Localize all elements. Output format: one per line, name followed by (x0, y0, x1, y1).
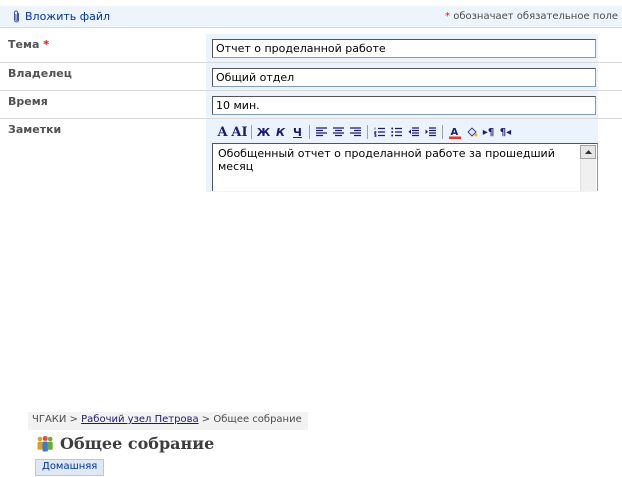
time-label: Время (0, 91, 206, 118)
form-row-time: Время (0, 90, 622, 118)
form-toolbar: Вложить файл * обозначает обязательное п… (0, 6, 622, 28)
tab-home-label[interactable]: Домашняя (42, 461, 97, 472)
text-color-icon[interactable]: A (446, 123, 463, 141)
align-left-icon[interactable] (313, 123, 330, 141)
rte-toolbar: A AI Ж К Ч A ▸¶ ¶◂ (212, 121, 598, 143)
attach-file-link[interactable]: Вложить файл (12, 10, 110, 23)
subject-input[interactable] (212, 39, 596, 58)
vertical-scrollbar[interactable] (580, 145, 596, 191)
italic-button[interactable]: К (272, 123, 289, 141)
subject-required-star: * (43, 38, 49, 51)
required-note: * обозначает обязательное поле (445, 11, 618, 22)
font-size-button[interactable]: AI (231, 123, 248, 141)
scroll-up-button[interactable] (580, 145, 596, 159)
align-right-icon[interactable] (347, 123, 364, 141)
toolbar-separator (442, 125, 443, 139)
notes-text: Обобщенный отчет о проделанной работе за… (218, 147, 555, 173)
page-title: Общее собрание (36, 434, 214, 453)
breadcrumb-separator: > (198, 414, 214, 425)
notes-label-text: Заметки (8, 123, 62, 136)
subject-label: Тема * (0, 34, 206, 62)
form-row-subject: Тема * (0, 34, 622, 62)
page-title-text: Общее собрание (60, 434, 215, 453)
time-label-text: Время (8, 95, 48, 108)
owner-label-text: Владелец (8, 67, 72, 80)
arrow-up-icon (584, 150, 592, 154)
required-note-text: обозначает обязательное поле (450, 11, 618, 22)
svg-text:A: A (450, 127, 458, 138)
align-center-icon[interactable] (330, 123, 347, 141)
subject-field-cell (206, 34, 598, 62)
time-field-cell (206, 91, 598, 118)
ltr-button[interactable]: ▸¶ (480, 123, 497, 141)
numbered-list-icon[interactable] (371, 123, 388, 141)
decrease-indent-icon[interactable] (405, 123, 422, 141)
underline-button[interactable]: Ч (289, 123, 306, 141)
breadcrumb-separator: > (66, 414, 82, 425)
notes-textarea[interactable]: Обобщенный отчет о проделанной работе за… (212, 143, 598, 191)
toolbar-separator (367, 125, 368, 139)
paperclip-icon (14, 10, 19, 23)
bold-button[interactable]: Ж (255, 123, 272, 141)
rtl-button[interactable]: ¶◂ (497, 123, 514, 141)
toolbar-separator (251, 125, 252, 139)
form-row-owner: Владелец (0, 62, 622, 90)
background-color-icon[interactable] (463, 123, 480, 141)
attach-file-label[interactable]: Вложить файл (25, 10, 110, 23)
people-group-icon (37, 435, 53, 451)
tab-home[interactable]: Домашняя (35, 459, 105, 476)
notes-label: Заметки (0, 119, 206, 192)
notes-field-cell: A AI Ж К Ч A ▸¶ ¶◂ Обобщенный отчет о пр… (206, 119, 598, 192)
owner-label: Владелец (0, 63, 206, 90)
owner-field-cell (206, 63, 598, 90)
rich-text-editor: A AI Ж К Ч A ▸¶ ¶◂ Обобщенный отчет о пр… (212, 121, 598, 191)
bulleted-list-icon[interactable] (388, 123, 405, 141)
increase-indent-icon[interactable] (422, 123, 439, 141)
breadcrumb: ЧГАКИ > Рабочий узел Петрова > Общее соб… (28, 412, 308, 430)
form-row-notes: Заметки A AI Ж К Ч A ▸¶ ¶◂ Обобщенный от… (0, 118, 622, 192)
item-form: Тема * Владелец Время Заметки A (0, 34, 622, 192)
breadcrumb-root[interactable]: ЧГАКИ (32, 414, 66, 425)
owner-input[interactable] (212, 68, 596, 87)
font-button[interactable]: A (214, 123, 231, 141)
breadcrumb-current: Общее собрание (213, 414, 302, 425)
subject-label-text: Тема (8, 38, 40, 51)
breadcrumb-workspace-link[interactable]: Рабочий узел Петрова (81, 414, 198, 425)
time-input[interactable] (212, 96, 596, 115)
toolbar-separator (309, 125, 310, 139)
